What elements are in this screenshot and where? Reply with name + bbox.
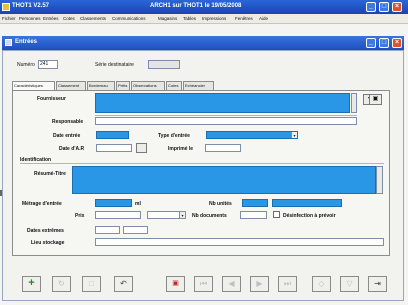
menu-magasins[interactable]: Magasins <box>158 16 177 21</box>
sub-close-button[interactable]: × <box>392 38 402 48</box>
previous-record-icon[interactable]: ◀ <box>222 276 241 292</box>
sub-maximize-button[interactable]: □ <box>379 38 389 48</box>
tab-prets[interactable]: Prêts <box>116 81 130 90</box>
menu-personnes[interactable]: Personnes <box>19 16 41 21</box>
maximize-button[interactable]: □ <box>379 2 389 12</box>
prix-field[interactable] <box>95 211 141 219</box>
responsable-label: Responsable <box>52 119 84 125</box>
bottom-toolbar: + ↻ □ ↶ ▣ ⏮ ◀ ▶ ⏭ ◇ ▽ ⇥ <box>22 276 390 292</box>
plus-icon[interactable]: + <box>22 276 41 292</box>
resume-titre-label: Résumé-Titre <box>34 171 66 177</box>
nb-unites-type-field[interactable] <box>272 199 342 207</box>
delete-icon[interactable]: □ <box>82 276 101 292</box>
menu-fenetres[interactable]: Fenêtres <box>235 16 253 21</box>
tab-echeancier[interactable]: Echéancier <box>183 81 214 90</box>
menubar: Fichier Personnes Entrées Cotes Classeme… <box>0 14 408 24</box>
window-title: ARCH1 sur THOT1 le 19/05/2008 <box>150 3 242 9</box>
menu-aide[interactable]: Aide <box>259 16 268 21</box>
menu-cotes[interactable]: Cotes <box>63 16 75 21</box>
menu-entrees[interactable]: Entrées <box>43 16 59 21</box>
filter-icon[interactable]: ▽ <box>340 276 359 292</box>
numero-field[interactable]: 241 <box>38 60 58 69</box>
tab-classement[interactable]: Classement <box>56 81 86 90</box>
resume-titre-scrollbar[interactable] <box>376 166 383 194</box>
chevron-down-icon[interactable]: ▾ <box>291 132 297 138</box>
nb-unites-label: Nb unités <box>209 201 232 207</box>
app-titlebar: THOT1 V2.57 ARCH1 sur THOT1 le 19/05/200… <box>0 0 408 14</box>
fournisseur-lookup-icon[interactable]: ▣ <box>369 94 382 105</box>
metrage-label: Métrage d'entrée <box>22 201 62 207</box>
serie-field[interactable] <box>148 60 180 69</box>
fournisseur-label: Fournisseur <box>37 96 66 102</box>
menu-tables[interactable]: Tables <box>183 16 196 21</box>
date-entree-field[interactable] <box>96 131 129 139</box>
menu-communications[interactable]: Communications <box>112 16 146 21</box>
serie-label: Série destinataire <box>95 62 134 68</box>
entrees-window-titlebar: Entrées _ □ × <box>2 36 404 50</box>
tab-observations[interactable]: Observations <box>131 81 165 90</box>
resize-grip <box>0 190 2 196</box>
menu-classements[interactable]: Classements <box>80 16 106 21</box>
app-icon <box>2 3 10 11</box>
resume-titre-field[interactable] <box>72 166 376 194</box>
last-record-icon[interactable]: ⏭ <box>278 276 297 292</box>
desinfection-checkbox[interactable] <box>273 211 280 218</box>
printer-icon[interactable]: ▣ <box>166 276 185 292</box>
first-record-icon[interactable]: ⏮ <box>194 276 213 292</box>
chevron-down-icon[interactable]: ▾ <box>179 212 185 218</box>
metrage-field[interactable] <box>95 199 132 207</box>
undo-icon[interactable]: ↶ <box>114 276 133 292</box>
tab-bordereau[interactable]: Bordereau <box>87 81 115 90</box>
dates-extremes-label: Dates extrêmes <box>27 228 64 234</box>
date-ar-label: Date d'A.R <box>59 146 85 152</box>
lieu-stockage-field[interactable] <box>95 238 384 246</box>
date-ar-field[interactable] <box>96 144 132 152</box>
minimize-button[interactable]: _ <box>366 2 376 12</box>
window-icon <box>5 39 12 46</box>
search-icon[interactable]: ◇ <box>312 276 331 292</box>
prix-label: Prix <box>75 213 85 219</box>
date-debut-field[interactable] <box>95 226 120 234</box>
nb-unites-field[interactable] <box>242 199 268 207</box>
next-record-icon[interactable]: ▶ <box>250 276 269 292</box>
type-entree-label: Type d'entrée <box>158 133 190 139</box>
lieu-stockage-label: Lieu stockage <box>31 240 65 246</box>
menu-fichier[interactable]: Fichier <box>2 16 16 21</box>
entrees-window-title: Entrées <box>15 39 38 45</box>
identification-separator <box>20 163 384 164</box>
date-entree-label: Date entrée <box>53 133 81 139</box>
separator-line <box>95 115 357 116</box>
numero-label: Numéro <box>17 62 35 68</box>
devise-select[interactable]: ▾ <box>147 211 186 219</box>
imprime-le-label: Imprimé le <box>168 146 194 152</box>
refresh-icon[interactable]: ↻ <box>52 276 71 292</box>
responsable-field[interactable] <box>95 117 357 125</box>
metrage-unit: ml <box>135 201 141 207</box>
exit-icon[interactable]: ⇥ <box>368 276 387 292</box>
app-title: THOT1 V2.57 <box>12 3 50 9</box>
imprime-le-field[interactable] <box>205 144 241 152</box>
desinfection-label: Désinfection à prévoir <box>283 213 336 219</box>
fournisseur-scrollbar[interactable] <box>351 93 357 113</box>
menu-impressions[interactable]: Impressions <box>202 16 226 21</box>
type-entree-select[interactable]: ▾ <box>206 131 298 139</box>
date-ar-calendar-button[interactable] <box>136 143 147 153</box>
sub-minimize-button[interactable]: _ <box>366 38 376 48</box>
nb-documents-field[interactable] <box>240 211 267 219</box>
date-fin-field[interactable] <box>123 226 148 234</box>
close-button[interactable]: × <box>392 2 402 12</box>
nb-documents-label: Nb documents <box>192 213 227 219</box>
tab-cotes[interactable]: Cotes <box>166 81 182 90</box>
fournisseur-field[interactable] <box>95 93 350 113</box>
